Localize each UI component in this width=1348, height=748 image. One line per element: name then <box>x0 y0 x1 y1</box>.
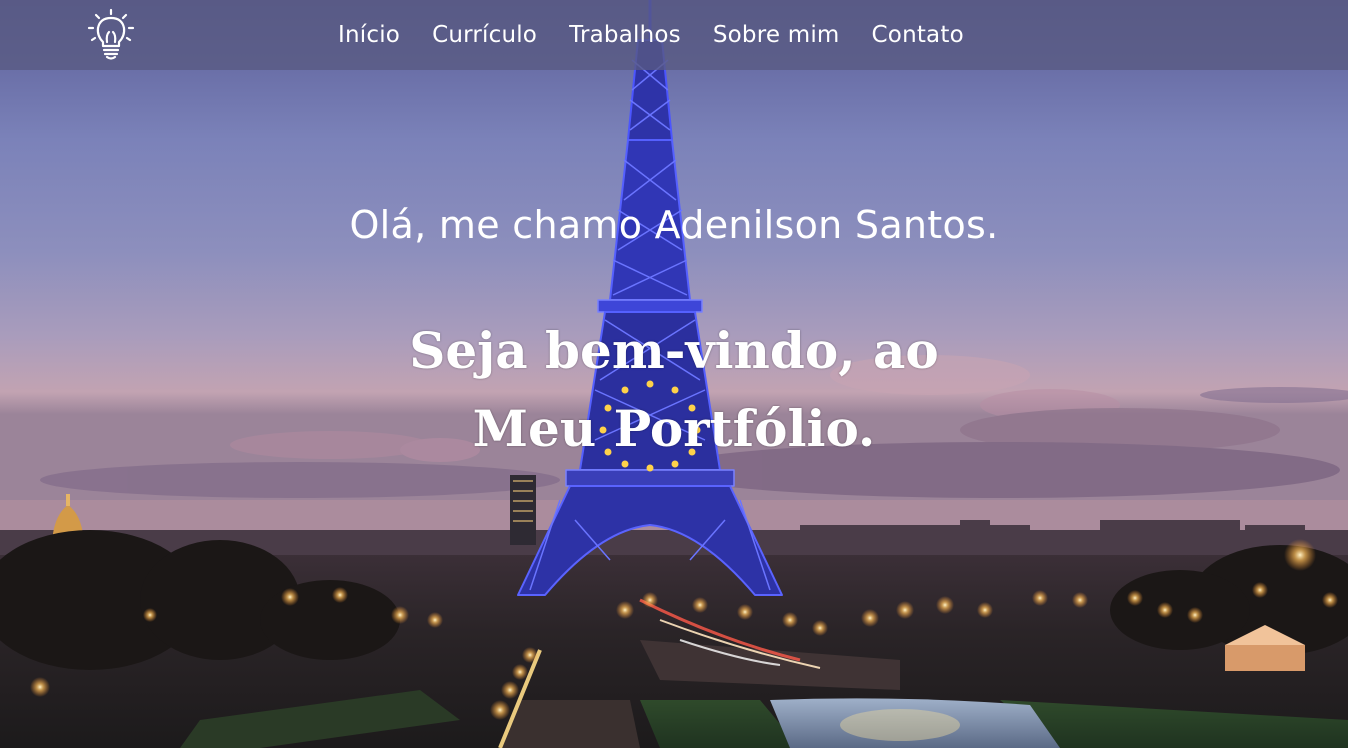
page: Início Currículo Trabalhos Sobre mim Con… <box>0 0 1348 748</box>
nav-link-sobre-mim[interactable]: Sobre mim <box>713 22 840 48</box>
hero-intro-text: Olá, me chamo Adenilson Santos. <box>349 203 999 247</box>
nav-link-curriculo[interactable]: Currículo <box>432 22 537 48</box>
nav-link-contato[interactable]: Contato <box>872 22 964 48</box>
nav-link-inicio[interactable]: Início <box>338 22 400 48</box>
hero-title: Seja bem-vindo, ao Meu Portfólio. <box>0 312 1348 468</box>
nav-menu: Início Currículo Trabalhos Sobre mim Con… <box>338 0 996 70</box>
top-navbar: Início Currículo Trabalhos Sobre mim Con… <box>0 0 1348 70</box>
lightbulb-icon[interactable] <box>86 8 136 60</box>
hero-title-line-2: Meu Portfólio. <box>472 399 876 458</box>
hero-title-line-1: Seja bem-vindo, ao <box>409 321 939 380</box>
nav-link-trabalhos[interactable]: Trabalhos <box>569 22 681 48</box>
